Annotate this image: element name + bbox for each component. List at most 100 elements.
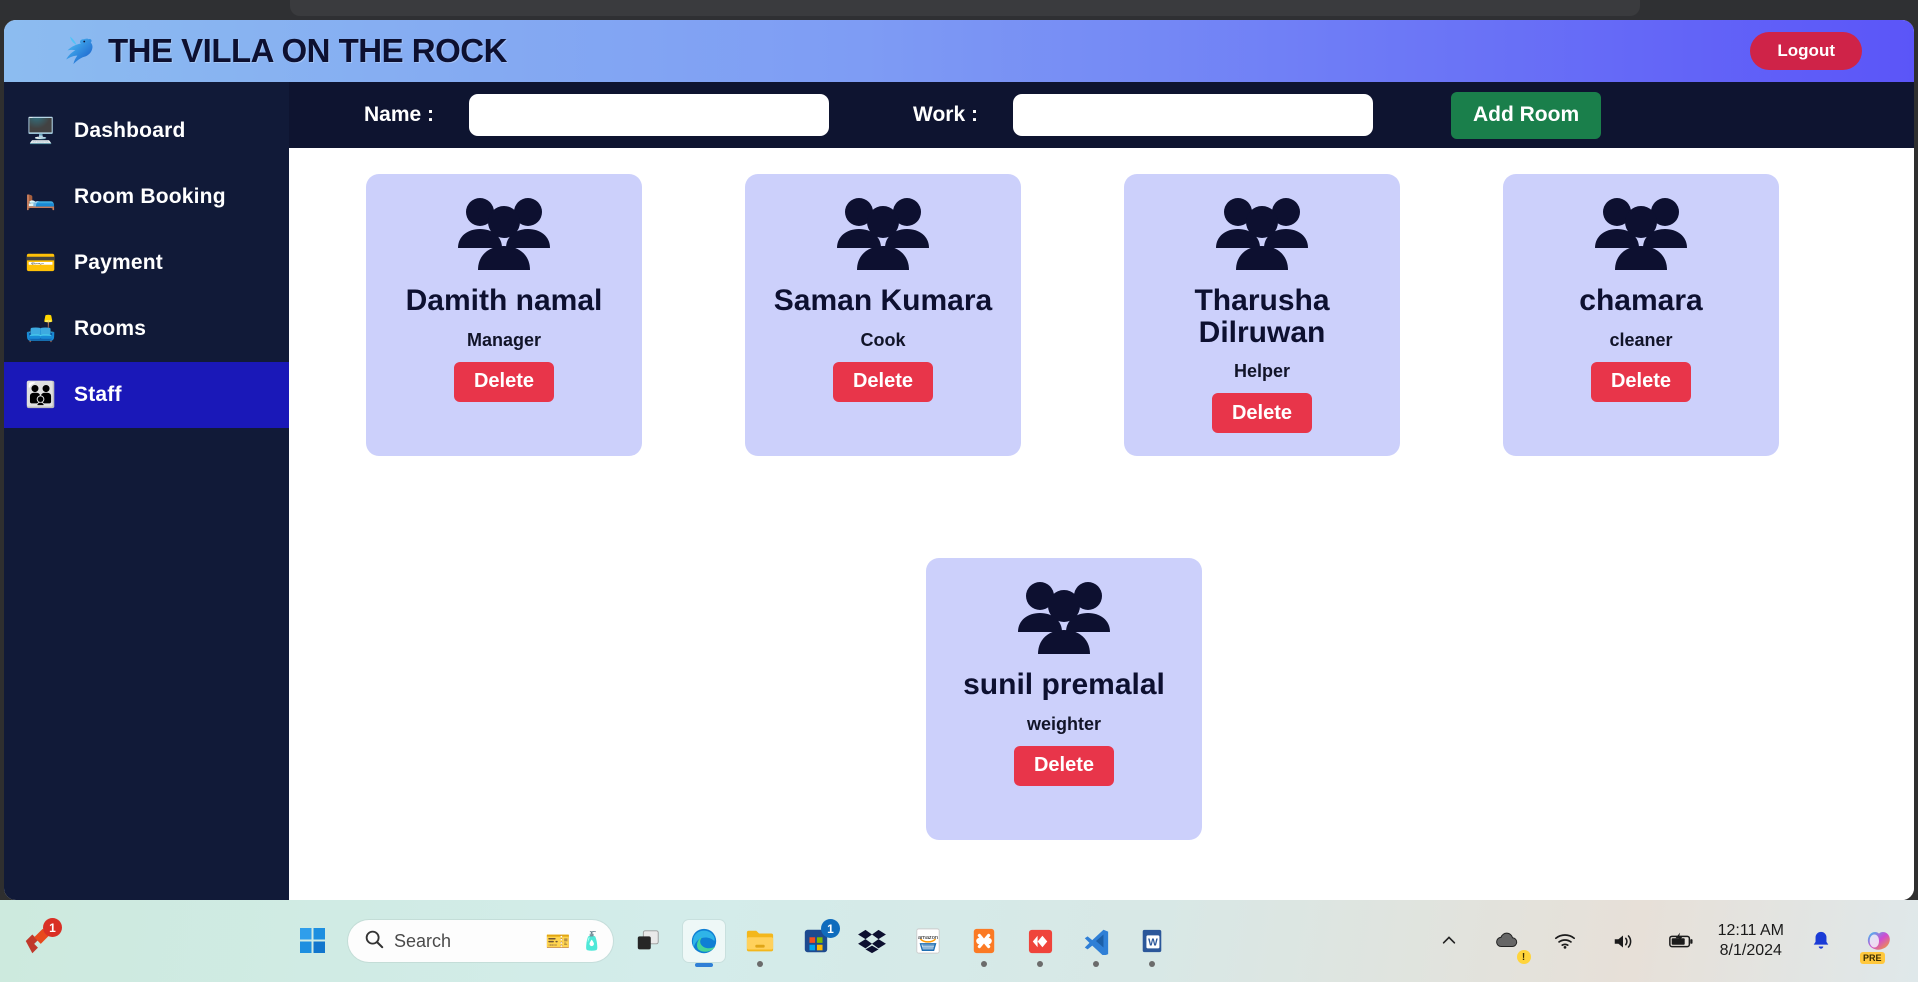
running-indicator xyxy=(1037,961,1043,967)
running-indicator xyxy=(1093,961,1099,967)
add-room-button[interactable]: Add Room xyxy=(1450,91,1602,139)
people-group-icon xyxy=(831,192,935,281)
warning-badge: ! xyxy=(1516,950,1531,964)
name-input[interactable] xyxy=(469,94,830,136)
work-input[interactable] xyxy=(1012,94,1373,136)
staff-role: cleaner xyxy=(1609,329,1673,350)
task-view-icon[interactable] xyxy=(627,920,669,962)
staff-toolbar: Name : Work : Add Room xyxy=(289,82,1914,148)
staff-row-2: sunil premalal weighter Delete xyxy=(289,558,1914,840)
staff-name: Tharusha Dilruwan xyxy=(1194,284,1330,349)
dropbox-icon[interactable] xyxy=(851,920,893,962)
delete-button[interactable]: Delete xyxy=(1211,393,1313,433)
volume-icon[interactable] xyxy=(1602,920,1644,962)
site-header: THE VILLA ON THE ROCK Logout xyxy=(4,20,1914,82)
battery-charging-icon[interactable] xyxy=(1660,920,1702,962)
staff-name: sunil premalal xyxy=(963,668,1165,701)
wifi-icon[interactable] xyxy=(1544,920,1586,962)
sidebar-item-label: Payment xyxy=(74,251,163,274)
people-group-icon xyxy=(1210,192,1314,281)
windows-start-icon[interactable] xyxy=(292,920,334,962)
staff-card-grid: Damith namal Manager Delete Saman Kumara… xyxy=(289,148,1914,840)
sidebar-item-label: Dashboard xyxy=(74,119,186,142)
delete-button[interactable]: Delete xyxy=(832,361,934,402)
people-group-icon xyxy=(1589,192,1693,281)
staff-role: Cook xyxy=(860,329,906,350)
delete-button[interactable]: Delete xyxy=(1013,745,1115,786)
staff-role: Helper xyxy=(1233,361,1291,381)
onedrive-warning-icon[interactable]: ! xyxy=(1486,920,1531,964)
sidebar-item-dashboard[interactable]: 🖥️ Dashboard xyxy=(4,98,289,164)
copilot-icon[interactable]: PRE xyxy=(1858,920,1900,964)
sidebar-item-label: Room Booking xyxy=(74,185,226,208)
microsoft-store-icon[interactable]: 1 xyxy=(795,919,840,962)
system-tray: ! 12:11 AM 8/1/2024 PRE xyxy=(1428,920,1918,964)
chevron-up-icon[interactable] xyxy=(1428,920,1470,962)
staff-row-1: Damith namal Manager Delete Saman Kumara… xyxy=(289,174,1914,456)
sidebar-item-rooms[interactable]: 🛋️ Rooms xyxy=(4,296,289,362)
taskbar-left: 1 xyxy=(0,918,292,962)
staff-card: Saman Kumara Cook Delete xyxy=(745,174,1021,456)
xampp-icon[interactable] xyxy=(963,920,1005,967)
app-body: 🖥️ Dashboard 🛏️ Room Booking 💳 Payment 🛋… xyxy=(4,82,1914,900)
wallet-icon: 💳 xyxy=(25,248,57,277)
page-title: THE VILLA ON THE ROCK xyxy=(108,32,507,69)
running-indicator xyxy=(757,961,763,967)
people-group-icon: 👪 xyxy=(25,380,57,409)
notification-app-icon[interactable]: 1 xyxy=(16,918,62,962)
anydesk-icon[interactable] xyxy=(1019,920,1061,967)
vscode-icon[interactable] xyxy=(1075,920,1117,967)
clock-time: 12:11 AM xyxy=(1717,922,1784,940)
bed-icon: 🛏️ xyxy=(25,182,57,211)
microsoft-word-icon[interactable]: W xyxy=(1131,920,1173,967)
main-content: Name : Work : Add Room Damith namal Mana… xyxy=(289,82,1914,900)
amazon-icon[interactable]: amazon xyxy=(907,920,949,962)
search-input[interactable]: Search 🎫 🧴 xyxy=(348,920,613,962)
windows-taskbar: 1 Search 🎫 🧴 1 amazon W ! 12:11 AM 8/1/2… xyxy=(0,900,1918,982)
sidebar: 🖥️ Dashboard 🛏️ Room Booking 💳 Payment 🛋… xyxy=(4,82,289,900)
staff-role: Manager xyxy=(466,329,542,350)
hotel-room-icon: 🛋️ xyxy=(25,314,57,343)
staff-card: sunil premalal weighter Delete xyxy=(926,558,1202,840)
staff-name: Saman Kumara xyxy=(773,284,993,317)
running-indicator xyxy=(695,963,713,967)
notification-badge: 1 xyxy=(43,918,62,937)
staff-card: Tharusha Dilruwan Helper Delete xyxy=(1124,174,1400,456)
dashboard-icon: 🖥️ xyxy=(25,116,57,145)
staff-name: chamara xyxy=(1579,284,1703,317)
sidebar-item-room-booking[interactable]: 🛏️ Room Booking xyxy=(4,164,289,230)
copilot-preview-badge: PRE xyxy=(1860,952,1885,964)
notification-bell-icon[interactable] xyxy=(1800,920,1842,962)
delete-button[interactable]: Delete xyxy=(1590,361,1692,402)
clock-date: 8/1/2024 xyxy=(1719,942,1782,959)
staff-card: chamara cleaner Delete xyxy=(1503,174,1779,456)
sunscreen-icon: 🧴 xyxy=(580,930,603,951)
screen: THE VILLA ON THE ROCK Logout 🖥️ Dashboar… xyxy=(0,0,1918,982)
sidebar-item-staff[interactable]: 👪 Staff xyxy=(4,362,289,428)
svg-text:W: W xyxy=(1148,938,1158,949)
sidebar-item-label: Rooms xyxy=(74,317,147,340)
taskbar-center: Search 🎫 🧴 1 amazon W xyxy=(292,919,1428,967)
search-placeholder: Search xyxy=(394,930,452,951)
app-window: THE VILLA ON THE ROCK Logout 🖥️ Dashboar… xyxy=(4,20,1914,900)
store-badge: 1 xyxy=(821,919,840,938)
sidebar-item-payment[interactable]: 💳 Payment xyxy=(4,230,289,296)
file-explorer-icon[interactable] xyxy=(739,920,781,967)
running-indicator xyxy=(981,961,987,967)
clock[interactable]: 12:11 AM 8/1/2024 xyxy=(1718,921,1784,960)
sidebar-item-label: Staff xyxy=(74,383,122,406)
name-label: Name : xyxy=(364,103,435,126)
running-indicator xyxy=(1149,961,1155,967)
people-group-icon xyxy=(452,192,556,281)
staff-name: Damith namal xyxy=(405,284,603,317)
work-label: Work : xyxy=(913,103,978,126)
people-group-icon xyxy=(1012,576,1116,665)
sun-hat-icon: 🎫 xyxy=(545,930,571,953)
logout-button[interactable]: Logout xyxy=(1750,32,1862,70)
staff-role: weighter xyxy=(1026,713,1101,734)
bird-logo-icon xyxy=(56,29,100,73)
browser-tab[interactable] xyxy=(290,0,1640,16)
microsoft-edge-icon[interactable] xyxy=(683,920,725,967)
browser-chrome-bar xyxy=(0,0,1918,20)
delete-button[interactable]: Delete xyxy=(453,361,555,402)
